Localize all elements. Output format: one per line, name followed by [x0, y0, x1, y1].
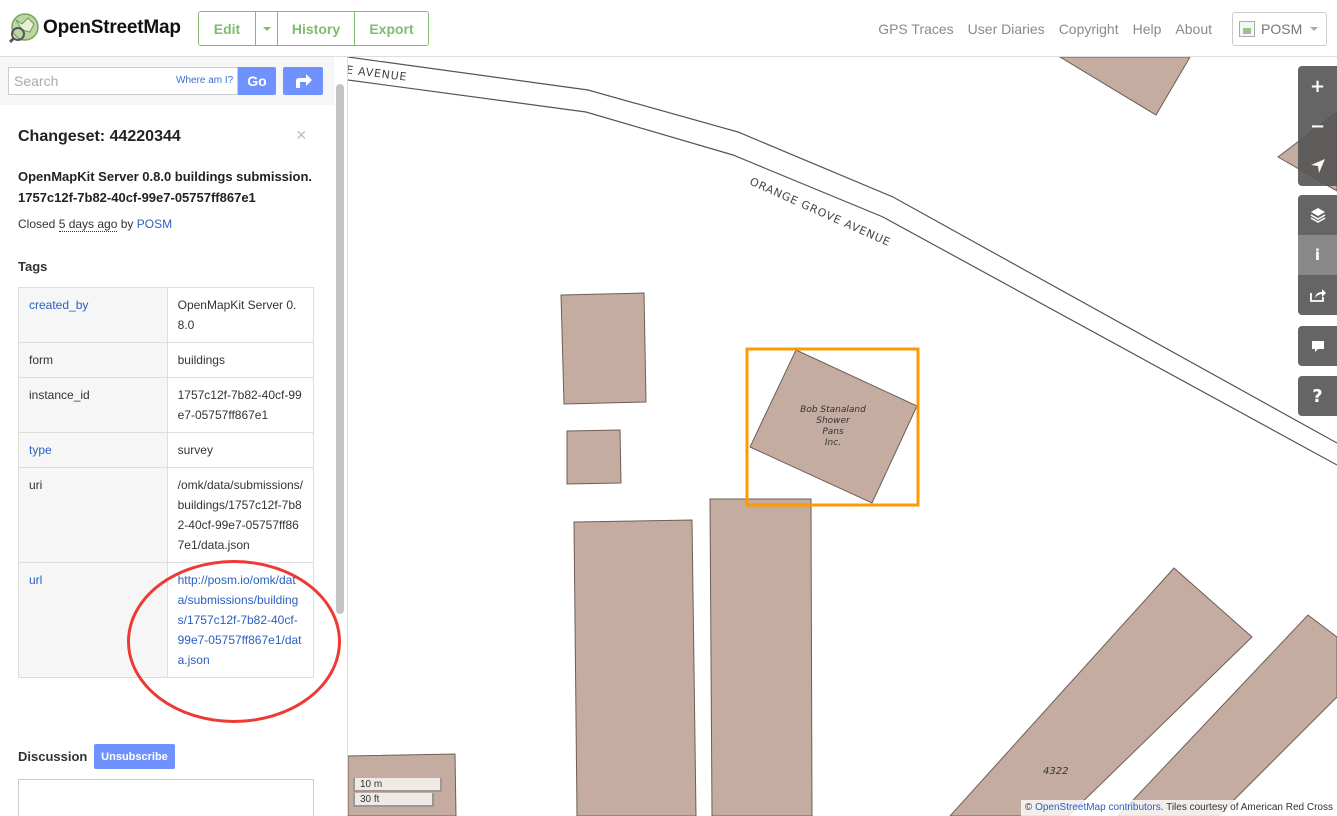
- brand-title[interactable]: OpenStreetMap: [43, 17, 181, 39]
- layers-icon: [1310, 208, 1325, 223]
- table-row: type survey: [18, 432, 315, 468]
- locate-button[interactable]: [1298, 146, 1337, 186]
- zoom-in-button[interactable]: +: [1298, 66, 1337, 106]
- map-scale: 10 m 30 ft: [353, 778, 442, 807]
- building-label-line: Pans: [822, 427, 844, 437]
- top-nav: GPS Traces User Diaries Copyright Help A…: [878, 21, 1212, 37]
- building-label-line: Bob Stanaland: [800, 405, 866, 415]
- nav-about[interactable]: About: [1175, 21, 1212, 37]
- address-label: 4322: [1043, 766, 1069, 777]
- close-icon[interactable]: ×: [296, 125, 307, 146]
- table-row: instance_id 1757c12f-7b82-40cf-99e7-0575…: [18, 377, 315, 433]
- sidebar-scrollbar[interactable]: [336, 84, 344, 614]
- share-button[interactable]: [1298, 275, 1337, 315]
- export-button[interactable]: Export: [355, 12, 428, 45]
- attribution-prefix: ©: [1024, 802, 1036, 813]
- avatar: [1239, 21, 1255, 37]
- tags-table: created_by OpenMapKit Server 0.8.0 form …: [18, 287, 315, 678]
- discussion-heading: Discussion: [18, 749, 88, 764]
- changeset-title: Changeset: 44220344: [18, 128, 181, 145]
- table-row: url http://posm.io/omk/data/submissions/…: [18, 562, 315, 678]
- building-label-line: Shower: [816, 416, 850, 426]
- closed-user-link[interactable]: POSM: [137, 217, 172, 231]
- zoom-out-button[interactable]: −: [1298, 106, 1337, 146]
- nav-user-diaries[interactable]: User Diaries: [968, 21, 1045, 37]
- changeset-closed-info: Closed 5 days ago by POSM: [18, 217, 172, 232]
- comment-icon: [1311, 341, 1324, 352]
- closed-time: 5 days ago: [58, 217, 118, 232]
- edit-dropdown-button[interactable]: [256, 12, 278, 45]
- tag-value: /omk/data/submissions/buildings/1757c12f…: [166, 467, 315, 563]
- query-features-button[interactable]: ?: [1298, 376, 1337, 416]
- tag-value: survey: [166, 432, 315, 468]
- search-bar: Where am I? Go: [0, 57, 334, 105]
- changeset-comment: OpenMapKit Server 0.8.0 buildings submis…: [18, 169, 313, 205]
- tag-key-link[interactable]: url: [18, 562, 168, 678]
- add-note-button[interactable]: [1298, 326, 1337, 366]
- share-icon: [1309, 289, 1326, 302]
- layers-button[interactable]: [1298, 195, 1337, 235]
- building-label-line: Inc.: [824, 438, 842, 448]
- search-go-button[interactable]: Go: [238, 67, 276, 95]
- minus-icon: −: [1309, 115, 1326, 137]
- chevron-down-icon: [1310, 27, 1319, 31]
- building[interactable]: [573, 519, 697, 816]
- attribution-suffix: . Tiles courtesy of American Red Cross: [1160, 802, 1333, 813]
- map-canvas[interactable]: E AVENUE ORANGE GROVE AVENUE Bob Stanala…: [348, 57, 1337, 816]
- map-layer-controls: i: [1298, 195, 1337, 315]
- edit-button[interactable]: Edit: [199, 12, 256, 45]
- tag-key: uri: [18, 467, 168, 563]
- unsubscribe-button[interactable]: Unsubscribe: [94, 744, 175, 769]
- map-attribution: © OpenStreetMap contributors. Tiles cour…: [1020, 800, 1337, 816]
- table-row: uri /omk/data/submissions/buildings/1757…: [18, 467, 315, 563]
- location-arrow-icon: [1310, 159, 1325, 173]
- nav-gps-traces[interactable]: GPS Traces: [878, 21, 953, 37]
- tag-value: 1757c12f-7b82-40cf-99e7-05757ff867e1: [166, 377, 315, 433]
- chevron-down-icon: [262, 26, 271, 31]
- question-icon: ?: [1312, 385, 1323, 407]
- building-label: Bob Stanaland Shower Pans Inc.: [788, 405, 878, 449]
- directions-button[interactable]: [283, 67, 323, 95]
- nav-help[interactable]: Help: [1133, 21, 1162, 37]
- user-menu-button[interactable]: POSM: [1232, 12, 1327, 46]
- edit-history-export-group: Edit History Export: [198, 11, 429, 46]
- building[interactable]: [1059, 57, 1191, 116]
- map-nav-controls: + −: [1298, 66, 1337, 186]
- tag-value: buildings: [166, 342, 315, 378]
- closed-prefix: Closed: [18, 217, 59, 231]
- plus-icon: +: [1309, 75, 1326, 97]
- header: OpenStreetMap Edit History Export GPS Tr…: [0, 0, 1337, 57]
- user-name: POSM: [1261, 21, 1303, 37]
- sidebar: Where am I? Go Changeset: 44220344 × Ope…: [0, 57, 348, 816]
- scale-imperial: 30 ft: [353, 793, 434, 807]
- tag-key: instance_id: [18, 377, 168, 433]
- info-icon: i: [1314, 246, 1321, 264]
- table-row: form buildings: [18, 342, 315, 378]
- nav-copyright[interactable]: Copyright: [1059, 21, 1119, 37]
- tag-key-link[interactable]: type: [18, 432, 168, 468]
- tag-key-link[interactable]: created_by: [18, 287, 168, 343]
- history-button[interactable]: History: [278, 12, 355, 45]
- building[interactable]: [566, 429, 622, 485]
- info-button[interactable]: i: [1298, 235, 1337, 275]
- tag-value: OpenMapKit Server 0.8.0: [166, 287, 315, 343]
- tag-key: form: [18, 342, 168, 378]
- tag-value-link[interactable]: http://posm.io/omk/data/submissions/buil…: [166, 562, 315, 678]
- discussion-comment-box[interactable]: [18, 779, 314, 816]
- building[interactable]: [560, 292, 647, 405]
- directions-icon: [296, 74, 312, 88]
- building[interactable]: [709, 498, 813, 816]
- osm-logo-icon[interactable]: [8, 12, 40, 44]
- tags-heading: Tags: [18, 259, 48, 274]
- where-am-i-link[interactable]: Where am I?: [176, 75, 233, 86]
- table-row: created_by OpenMapKit Server 0.8.0: [18, 287, 315, 343]
- scale-metric: 10 m: [353, 778, 442, 792]
- osm-contributors-link[interactable]: OpenStreetMap contributors: [1035, 802, 1161, 813]
- closed-by: by: [117, 217, 137, 231]
